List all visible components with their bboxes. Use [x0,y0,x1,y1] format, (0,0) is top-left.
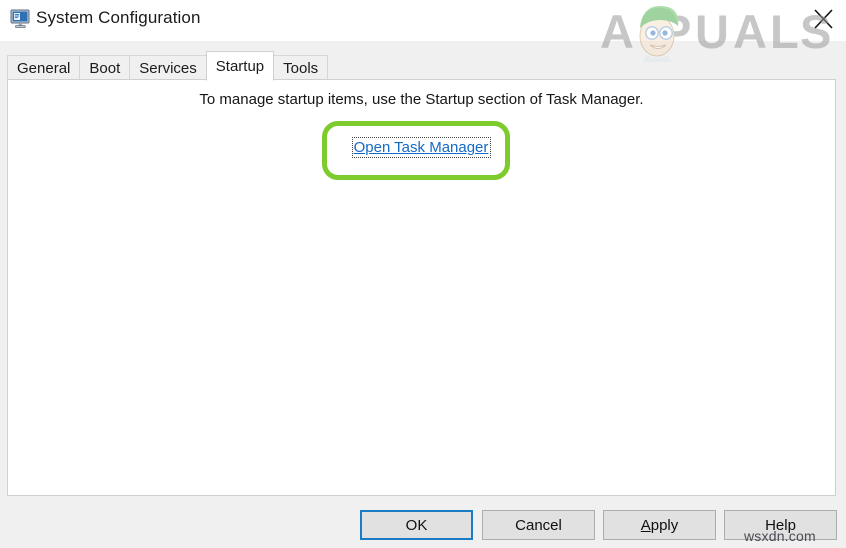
help-button[interactable]: Help [724,510,837,540]
tab-startup-label: Startup [215,57,265,75]
apply-label-rest: pply [650,516,679,534]
tab-boot[interactable]: Boot [79,55,131,80]
tab-strip: General Boot Services Startup Tools [7,50,329,81]
close-icon[interactable] [806,4,840,34]
tab-tools-label: Tools [283,59,319,77]
window-title: System Configuration [36,8,201,27]
tab-boot-label: Boot [89,59,121,77]
monitor-icon [10,9,32,29]
tab-tools[interactable]: Tools [273,55,329,80]
tab-general-label: General [17,59,71,77]
open-task-manager-link[interactable]: Open Task Manager [351,137,492,158]
title-bar: System Configuration [0,0,846,41]
ok-button[interactable]: OK [360,510,473,540]
startup-tab-panel: To manage startup items, use the Startup… [7,79,836,496]
tab-general[interactable]: General [7,55,81,80]
startup-instruction-text: To manage startup items, use the Startup… [199,91,644,108]
apply-accelerator: A [640,516,651,534]
open-task-manager-container: Open Task Manager [8,137,835,158]
tab-startup[interactable]: Startup [205,51,275,81]
cancel-button[interactable]: Cancel [482,510,595,540]
apply-button[interactable]: Apply [603,510,716,540]
tab-services-label: Services [139,59,197,77]
tab-services[interactable]: Services [129,55,207,80]
